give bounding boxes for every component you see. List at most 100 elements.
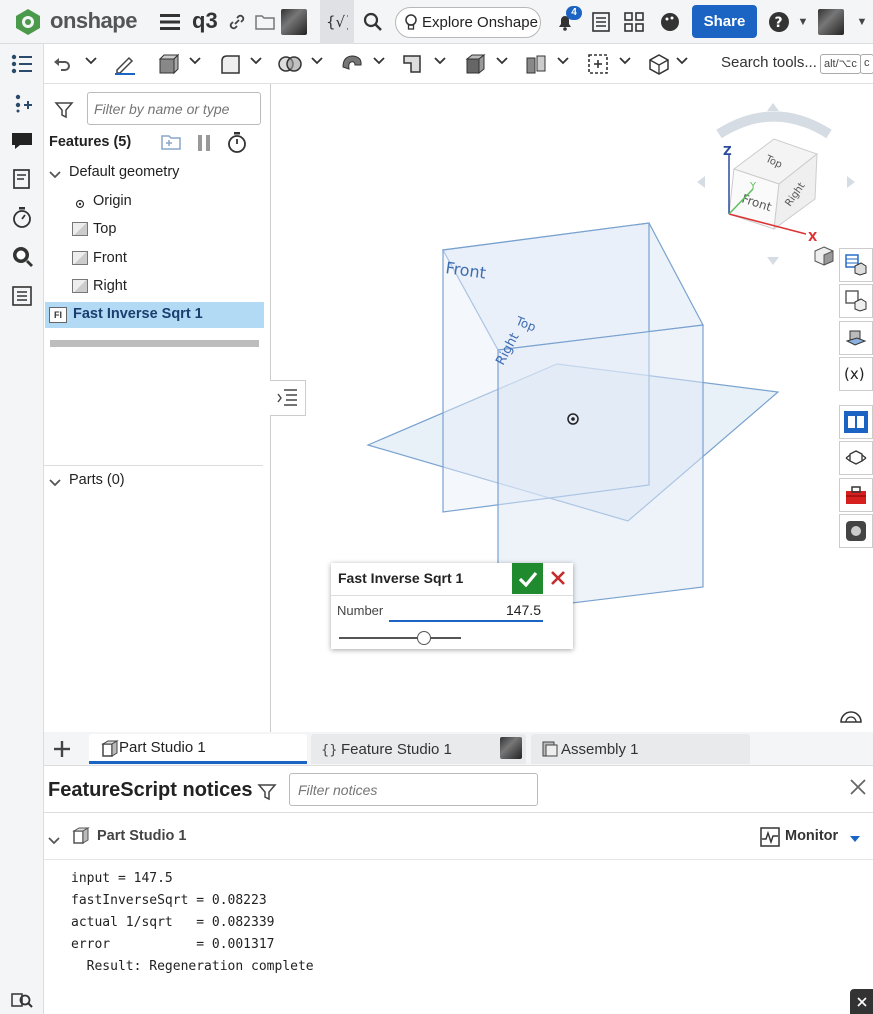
document-title[interactable]: q3: [192, 8, 218, 34]
parts-divider: [44, 465, 263, 466]
search-tools-button[interactable]: Search tools...: [721, 54, 817, 71]
feature-list-icon[interactable]: [10, 52, 34, 76]
accept-button[interactable]: [512, 563, 543, 594]
user-avatar[interactable]: [818, 9, 844, 35]
monitor-pulse-icon[interactable]: [760, 827, 780, 852]
number-slider[interactable]: [339, 637, 461, 639]
view-cube-menu-icon[interactable]: [814, 246, 834, 271]
measure-protractor-icon[interactable]: [840, 708, 862, 729]
feature-item-origin[interactable]: Origin: [44, 190, 271, 214]
library-book-icon[interactable]: [839, 405, 873, 439]
slider-handle[interactable]: [417, 631, 431, 645]
default-geometry-group[interactable]: Default geometry: [44, 161, 271, 185]
chevron-down-icon[interactable]: [49, 167, 61, 183]
view-chevron-down-icon[interactable]: [676, 56, 688, 72]
plane-icon[interactable]: [401, 52, 425, 76]
help-chevron-down-icon[interactable]: ▼: [791, 10, 815, 34]
split-chevron-down-icon[interactable]: [557, 56, 569, 72]
share-button[interactable]: Share: [692, 5, 757, 38]
shell-icon[interactable]: [463, 52, 487, 76]
extrude-icon[interactable]: [156, 52, 180, 76]
pause-icon[interactable]: [196, 134, 212, 157]
number-input[interactable]: 147.5: [389, 600, 543, 622]
folder-icon[interactable]: [253, 10, 277, 34]
feature-item-fast-inverse-sqrt[interactable]: FI Fast Inverse Sqrt 1: [45, 302, 264, 328]
boolean-icon[interactable]: [278, 52, 302, 76]
boolean-chevron-down-icon[interactable]: [311, 56, 323, 72]
monitor-button[interactable]: Monitor: [785, 828, 838, 844]
undo-chevron-down-icon[interactable]: [85, 56, 97, 72]
search-icon[interactable]: [361, 10, 385, 34]
feature-item-label: Right: [93, 278, 127, 294]
appearances-icon[interactable]: [839, 284, 873, 318]
close-notices-icon[interactable]: [850, 778, 866, 801]
log-line: fastInverseSqrt = 0.08223: [71, 893, 267, 908]
part-studio-toolbar: Search tools... alt/⌥c c: [44, 44, 873, 84]
analysis-search-icon[interactable]: [10, 244, 34, 268]
chevron-down-icon[interactable]: [48, 832, 60, 850]
chevron-down-icon[interactable]: [49, 475, 61, 491]
toolbox-icon[interactable]: [839, 478, 873, 512]
add-folder-icon[interactable]: [160, 132, 182, 157]
view-cube-tool-icon[interactable]: [647, 52, 671, 76]
checklist-icon[interactable]: [589, 10, 613, 34]
notices-filter-icon[interactable]: [257, 782, 277, 807]
sketch-pencil-icon[interactable]: [113, 52, 137, 76]
feature-item-top[interactable]: Top: [44, 218, 271, 242]
configurations-icon[interactable]: [839, 248, 873, 282]
onshape-logo-icon[interactable]: [14, 8, 42, 36]
undo-icon[interactable]: [50, 52, 74, 76]
version-search-icon[interactable]: [10, 988, 34, 1012]
notices-divider: [44, 812, 873, 813]
fillet-icon[interactable]: [218, 52, 242, 76]
fillet-chevron-down-icon[interactable]: [250, 56, 262, 72]
horizontal-scrollbar[interactable]: [50, 340, 259, 347]
tab-part-studio-1[interactable]: Part Studio 1: [89, 734, 307, 764]
app-store-grid-icon[interactable]: [622, 10, 646, 34]
top-bar: onshape q3 {√} Explore Onshape 4: [0, 0, 873, 44]
feature-filter-input[interactable]: [87, 92, 261, 125]
explore-onshape-button[interactable]: Explore Onshape: [395, 7, 541, 38]
select-chevron-down-icon[interactable]: [619, 56, 631, 72]
plane-chevron-down-icon[interactable]: [434, 56, 446, 72]
feature-panel-toggle[interactable]: [270, 380, 306, 416]
view-cube[interactable]: Top Front Right Z X Y: [689, 99, 859, 269]
feature-item-right[interactable]: Right: [44, 275, 271, 299]
rebuild-timer-icon[interactable]: [227, 132, 247, 159]
revolve-icon[interactable]: [340, 52, 364, 76]
render-studio-icon[interactable]: [839, 514, 873, 548]
help-icon[interactable]: ?: [767, 10, 791, 34]
dismiss-toast-button[interactable]: [850, 989, 873, 1014]
notes-icon[interactable]: [10, 167, 34, 191]
revolve-chevron-down-icon[interactable]: [373, 56, 385, 72]
hamburger-menu-icon[interactable]: [158, 10, 182, 34]
link-icon[interactable]: [225, 10, 249, 34]
featurescript-toggle-icon[interactable]: {√}: [320, 0, 354, 44]
parts-group[interactable]: Parts (0): [44, 469, 271, 493]
shell-chevron-down-icon[interactable]: [496, 56, 508, 72]
add-tab-icon[interactable]: [52, 739, 72, 764]
extrude-chevron-down-icon[interactable]: [189, 56, 201, 72]
notices-filter-input[interactable]: [289, 773, 538, 806]
insert-feature-icon[interactable]: [10, 91, 34, 115]
variables-icon[interactable]: (x): [839, 357, 873, 391]
variable-table-icon[interactable]: [10, 284, 34, 308]
filter-icon[interactable]: [54, 100, 74, 125]
cancel-button[interactable]: [547, 567, 569, 589]
mass-properties-icon[interactable]: [839, 321, 873, 355]
feature-dialog: Fast Inverse Sqrt 1 Number 147.5: [331, 563, 573, 649]
feature-item-front[interactable]: Front: [44, 247, 271, 271]
comments-icon[interactable]: [10, 129, 34, 153]
split-part-icon[interactable]: [524, 52, 548, 76]
select-box-icon[interactable]: [586, 52, 610, 76]
monitor-chevron-down-icon[interactable]: [850, 830, 860, 848]
stopwatch-icon[interactable]: [10, 206, 34, 230]
collaborator-avatar: [500, 737, 522, 759]
appearance-palette-icon[interactable]: [658, 10, 682, 34]
collaborator-avatar[interactable]: [281, 9, 307, 35]
search-tools-shortcut-2: c: [860, 54, 873, 74]
user-menu-chevron-down-icon[interactable]: ▼: [850, 10, 873, 34]
tab-assembly-1[interactable]: Assembly 1: [531, 734, 750, 764]
explode-view-icon[interactable]: [839, 441, 873, 475]
tab-feature-studio-1[interactable]: {} Feature Studio 1: [311, 734, 526, 764]
